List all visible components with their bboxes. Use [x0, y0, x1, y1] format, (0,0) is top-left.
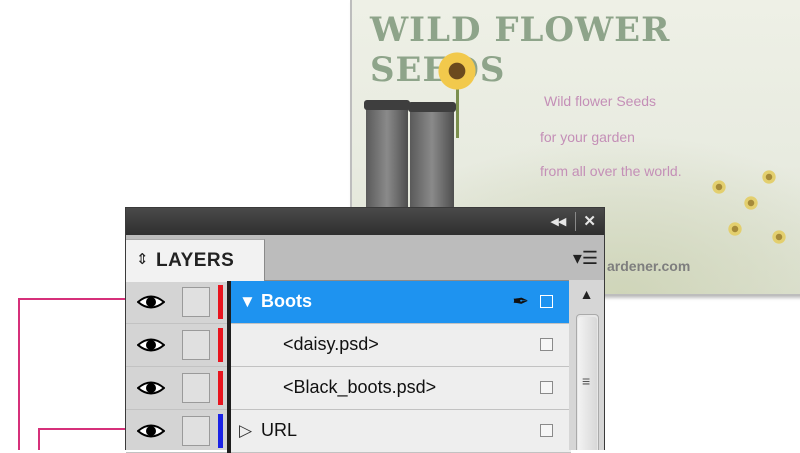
layer-name-cell[interactable]: <Black_boots.psd> [231, 367, 571, 409]
panel-title-bar[interactable]: ◂◂ ✕ [126, 208, 604, 235]
eye-icon[interactable] [137, 291, 165, 313]
tab-layers-label: LAYERS [156, 250, 235, 271]
layers-scrollbar[interactable]: ▲ ≡ [569, 280, 604, 450]
select-target-box[interactable] [540, 338, 553, 351]
select-target-box[interactable] [540, 381, 553, 394]
connector-line [38, 428, 40, 450]
layer-color-swatch [218, 414, 223, 448]
lock-toggle[interactable] [182, 373, 210, 403]
layer-row-black-boots[interactable]: <Black_boots.psd> [126, 367, 571, 410]
eye-icon[interactable] [137, 334, 165, 356]
grip-icon: ≡ [582, 373, 591, 389]
chevron-updown-icon: ⇕ [136, 251, 149, 268]
layer-row-boots[interactable]: ▼ Boots ✒ [126, 281, 571, 324]
close-icon[interactable]: ✕ [583, 212, 596, 230]
connector-line [18, 298, 20, 450]
layer-name: URL [261, 420, 298, 440]
wildflower-decor [762, 170, 776, 184]
eye-icon[interactable] [137, 377, 165, 399]
layer-name-cell[interactable]: ▷ URL [231, 410, 571, 452]
right-boot-image [408, 102, 456, 212]
lock-toggle[interactable] [182, 287, 210, 317]
lock-toggle[interactable] [182, 416, 210, 446]
layers-panel: ◂◂ ✕ ⇕ LAYERS ▾☰ ▼ Boots ✒ <daisy.psd> <… [125, 207, 605, 453]
tagline-line-1: Wild flower Seeds [544, 93, 657, 109]
layer-name: <daisy.psd> [283, 334, 379, 354]
document-url-text: ardener.com [607, 258, 691, 274]
pen-nib-icon: ✒ [512, 291, 529, 313]
left-boot-image [364, 100, 410, 210]
select-target-box[interactable] [540, 424, 553, 437]
layer-name-cell[interactable]: ▼ Boots ✒ [231, 281, 571, 323]
layer-row-daisy[interactable]: <daisy.psd> [126, 324, 571, 367]
wildflower-decor [712, 180, 726, 194]
layer-color-swatch [218, 328, 223, 362]
expand-triangle-icon[interactable]: ▼ [239, 292, 256, 312]
connector-line [18, 298, 125, 300]
layer-color-swatch [218, 371, 223, 405]
daisy-stem [456, 88, 459, 138]
lock-toggle[interactable] [182, 330, 210, 360]
scroll-track[interactable]: ≡ [576, 314, 599, 450]
layer-name: Boots [261, 291, 312, 311]
layer-color-swatch [218, 285, 223, 319]
tagline-line-3: from all over the world. [540, 163, 682, 179]
layer-row-url[interactable]: ▷ URL [126, 410, 571, 453]
layer-name: <Black_boots.psd> [283, 377, 437, 397]
scroll-up-arrow-icon[interactable]: ▲ [569, 286, 604, 302]
wildflower-decor [772, 230, 786, 244]
eye-icon[interactable] [137, 420, 165, 442]
document-title: WILD FLOWER SEEDS [370, 10, 671, 90]
tagline-line-2: for your garden [540, 129, 635, 145]
wildflower-decor [744, 196, 758, 210]
tab-layers[interactable]: ⇕ LAYERS [126, 239, 265, 282]
layer-name-cell[interactable]: <daisy.psd> [231, 324, 571, 366]
select-target-box[interactable] [540, 295, 553, 308]
scroll-thumb[interactable]: ≡ [578, 317, 597, 450]
wildflower-decor [728, 222, 742, 236]
connector-line [38, 428, 125, 430]
collapsed-triangle-icon[interactable]: ▷ [239, 421, 252, 441]
panel-tab-row: ⇕ LAYERS ▾☰ [126, 235, 604, 282]
double-left-arrow-icon[interactable]: ◂◂ [551, 212, 566, 230]
sunflower-image [438, 52, 476, 90]
panel-menu-icon[interactable]: ▾☰ [573, 248, 598, 269]
